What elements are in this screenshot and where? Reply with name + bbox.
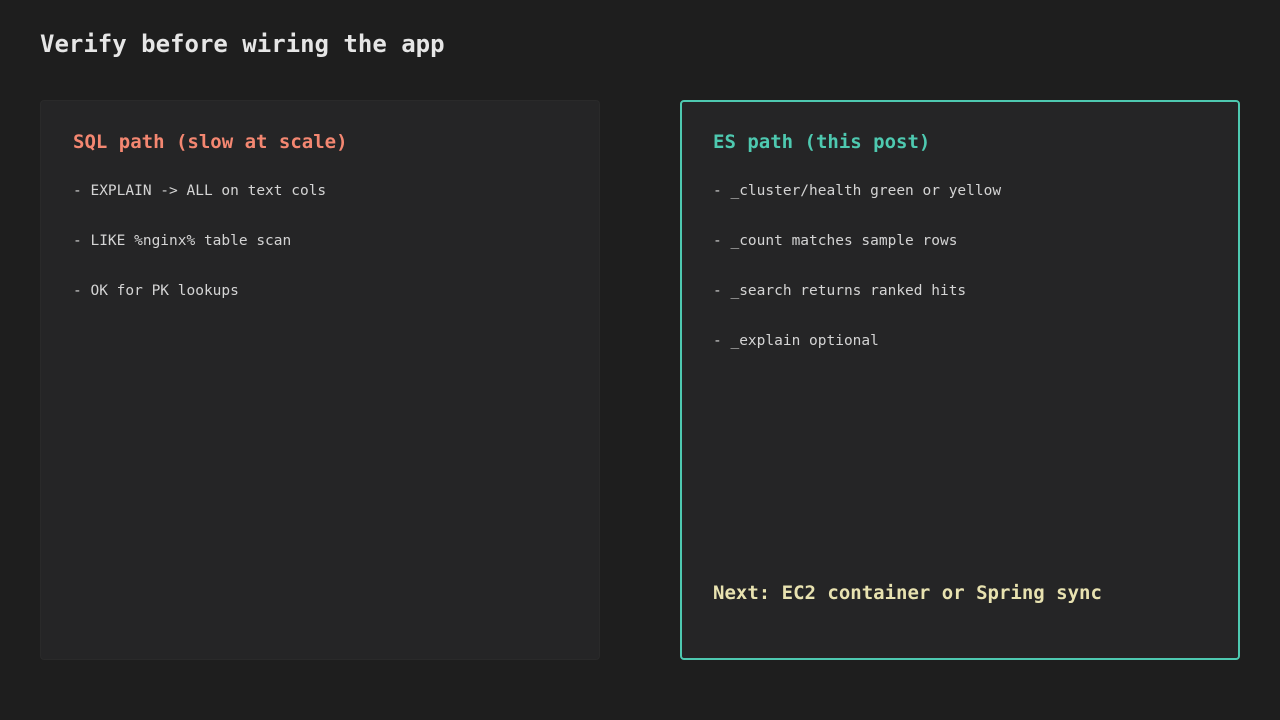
sql-item-explain: - EXPLAIN -> ALL on text cols xyxy=(73,183,327,199)
page-title: Verify before wiring the app xyxy=(40,30,445,58)
sql-path-card: SQL path (slow at scale) - EXPLAIN -> AL… xyxy=(40,100,600,660)
es-item-explain: - _explain optional xyxy=(713,333,879,349)
es-item-cluster-health: - _cluster/health green or yellow xyxy=(713,183,1002,199)
es-item-count: - _count matches sample rows xyxy=(713,233,958,249)
es-card-title: ES path (this post) xyxy=(713,131,931,153)
es-item-search: - _search returns ranked hits xyxy=(713,283,967,299)
sql-item-like-scan: - LIKE %nginx% table scan xyxy=(73,233,292,249)
es-path-card: ES path (this post) - _cluster/health gr… xyxy=(680,100,1240,660)
sql-item-list: - EXPLAIN -> ALL on text cols - LIKE %ng… xyxy=(73,181,326,331)
next-step-text: Next: EC2 container or Spring sync xyxy=(713,582,1102,604)
sql-card-title: SQL path (slow at scale) xyxy=(73,131,348,153)
es-item-list: - _cluster/health green or yellow - _cou… xyxy=(713,181,1001,381)
sql-item-pk-lookups: - OK for PK lookups xyxy=(73,283,239,299)
